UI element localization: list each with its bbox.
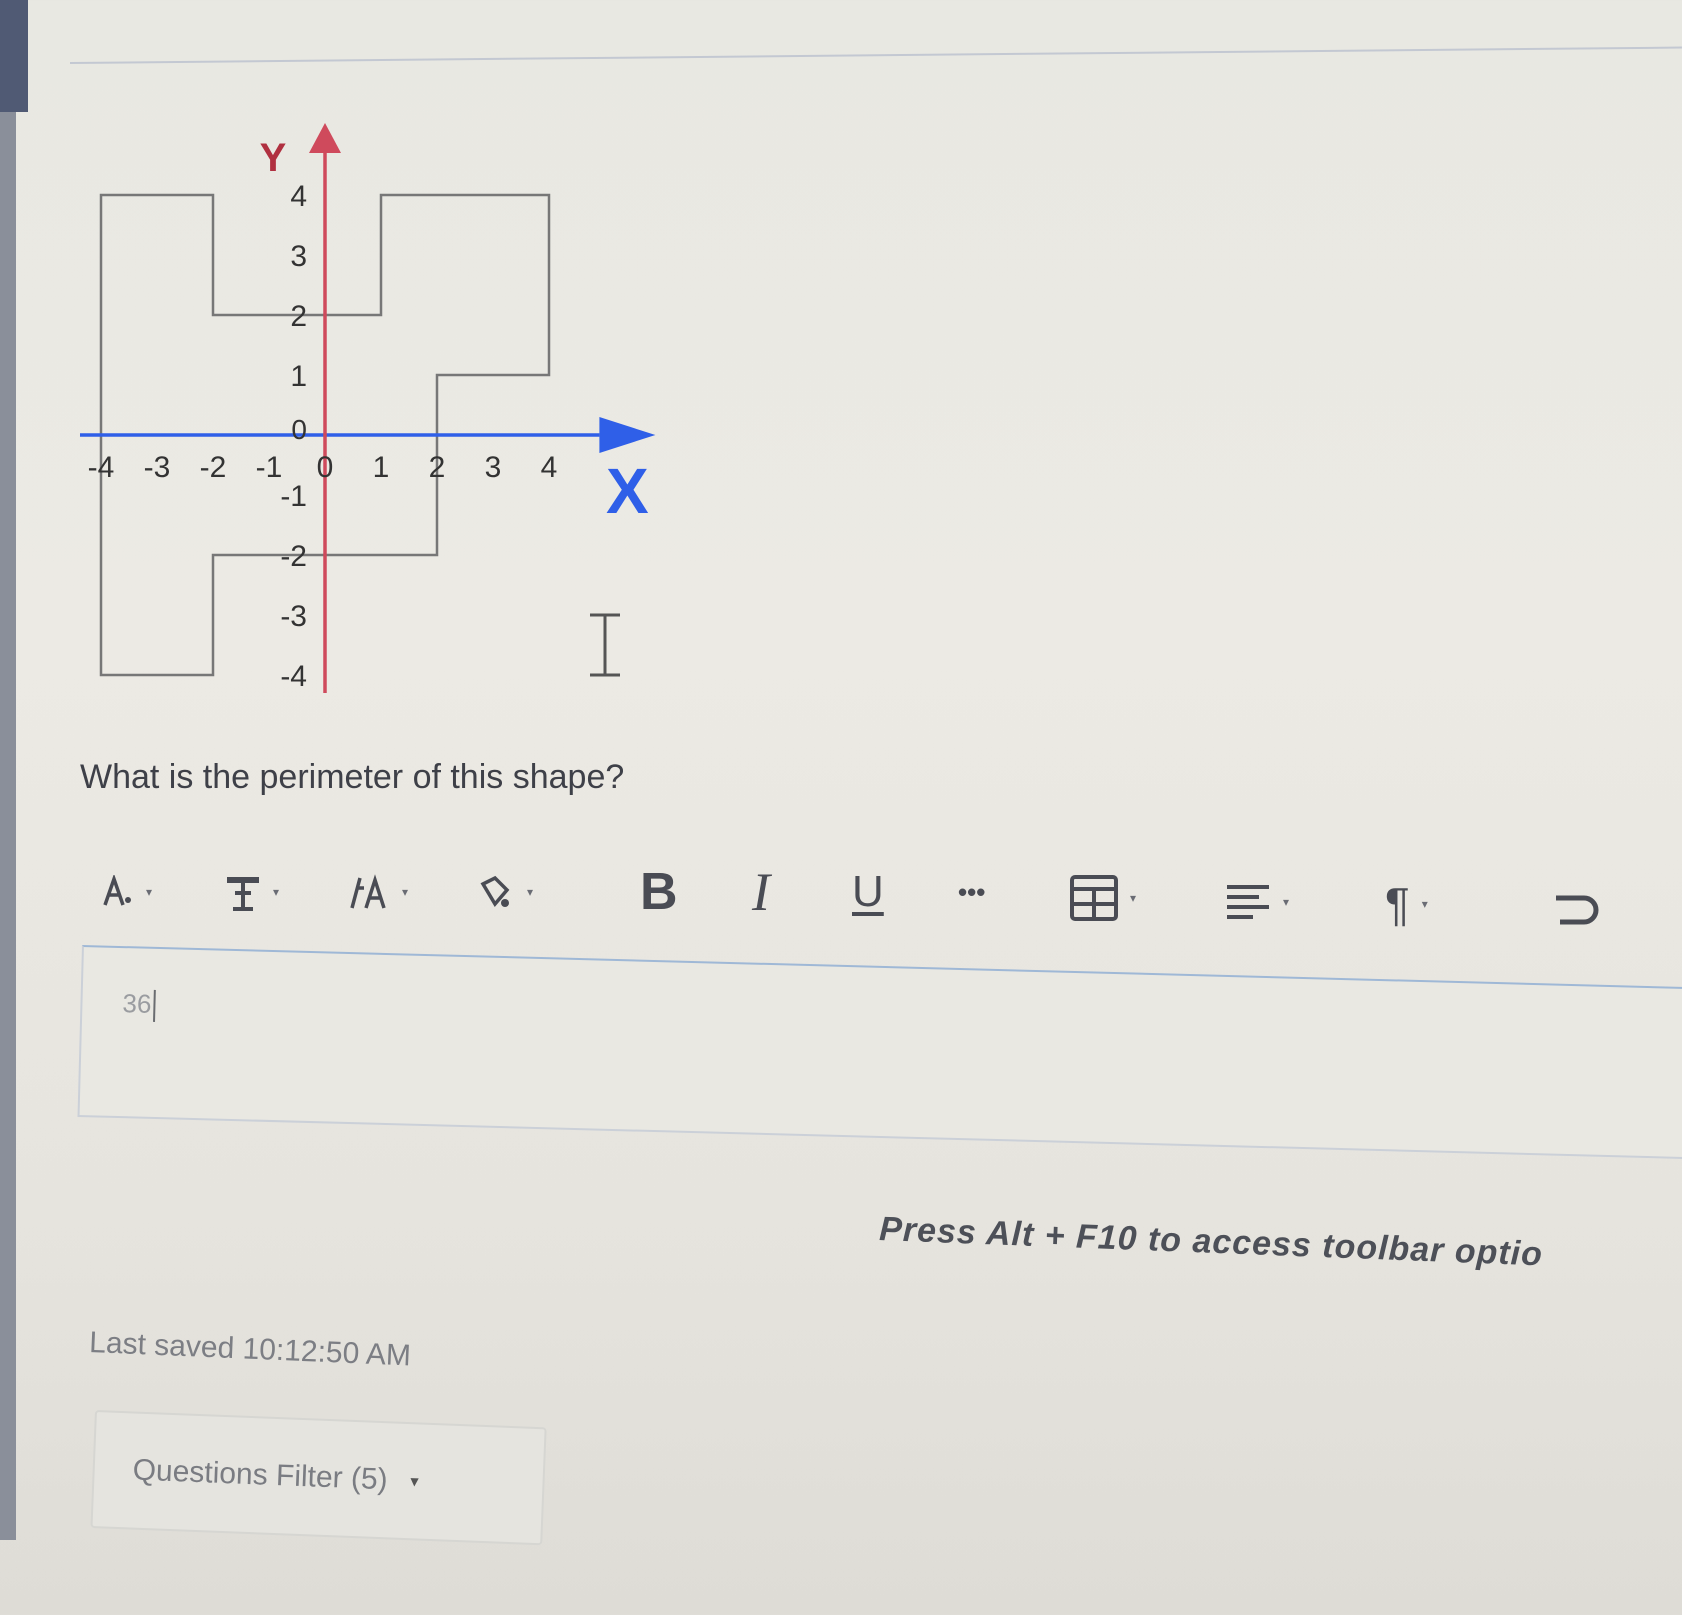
y-tick-label: 1 — [290, 360, 307, 393]
paragraph-button[interactable]: ¶ ▾ — [1385, 872, 1428, 936]
dropdown-arrow-icon: ▼ — [407, 1473, 422, 1490]
x-tick-label: -3 — [144, 451, 171, 484]
caret-icon: ▾ — [146, 885, 153, 899]
caret-icon: ▾ — [1421, 897, 1428, 911]
more-icon: ••• — [958, 876, 986, 907]
bold-icon: B — [640, 863, 678, 921]
coordinate-graph: X Y -4 -3 -2 -1 0 1 2 3 4 4 3 2 1 -1 -2 -3 -4 0 — [80, 123, 656, 693]
x-axis-arrow — [599, 417, 656, 453]
table-button[interactable]: ▾ — [1070, 866, 1136, 930]
toolbar-hint: Press Alt + F10 to access toolbar optio — [878, 1210, 1544, 1274]
x-tick-label: -1 — [256, 451, 283, 484]
more-button[interactable]: ••• — [958, 860, 985, 924]
undo-button[interactable] — [1550, 876, 1602, 940]
caret-icon: ▾ — [1130, 891, 1137, 905]
y-tick-label: 4 — [290, 180, 307, 213]
y-tick-label: -1 — [280, 480, 307, 513]
font-family-icon — [103, 875, 131, 906]
text-color-button[interactable]: ▾ — [475, 860, 533, 924]
font-size-icon — [350, 874, 386, 909]
underline-icon: U — [852, 867, 884, 916]
text-style-icon — [227, 877, 259, 911]
y-axis-label: Y — [260, 136, 287, 180]
caret-icon: ▾ — [402, 885, 409, 899]
y-tick-label: 3 — [290, 240, 307, 273]
align-button[interactable]: ▾ — [1225, 870, 1289, 934]
y-tick-label: -3 — [280, 600, 307, 633]
undo-icon — [1556, 895, 1599, 925]
italic-button[interactable]: I — [752, 860, 770, 924]
font-size-button[interactable]: ▾ — [350, 860, 408, 924]
text-color-icon — [480, 875, 510, 907]
x-tick-label: 2 — [429, 451, 446, 484]
top-divider — [69, 46, 1682, 64]
editor-toolbar: ▾ ▾ ▾ ▾ B I U ••• ▾ ▾ ¶ ▾ — [100, 860, 1660, 940]
text-cursor — [152, 990, 156, 1023]
y-tick-label: 2 — [290, 300, 307, 333]
answer-editor[interactable]: 36 — [77, 945, 1682, 1160]
font-family-button[interactable]: ▾ — [100, 860, 152, 924]
left-edge-strip — [0, 0, 16, 1540]
italic-icon: I — [752, 862, 770, 922]
x-tick-label: 1 — [373, 451, 390, 484]
caret-icon: ▾ — [1283, 895, 1290, 909]
origin-label: 0 — [291, 414, 307, 445]
question-text: What is the perimeter of this shape? — [80, 758, 625, 796]
y-tick-label: -4 — [280, 660, 307, 693]
text-cursor-icon — [590, 613, 620, 677]
y-axis-arrow — [309, 123, 341, 153]
questions-filter-label: Questions Filter (5) — [132, 1453, 389, 1497]
bold-button[interactable]: B — [640, 860, 678, 924]
caret-icon: ▾ — [527, 885, 534, 899]
x-tick-label: -4 — [88, 451, 115, 484]
x-tick-label: 4 — [541, 451, 558, 484]
y-tick-label: -2 — [280, 540, 307, 573]
paragraph-icon: ¶ — [1385, 878, 1410, 930]
table-icon — [1070, 875, 1118, 921]
x-tick-label: 0 — [317, 451, 334, 484]
x-axis-label: X — [606, 455, 649, 527]
left-accent-bar — [0, 0, 28, 112]
answer-text: 36 — [122, 988, 156, 1023]
text-style-button[interactable]: ▾ — [225, 860, 279, 924]
x-tick-label: -2 — [200, 451, 227, 484]
questions-filter-dropdown[interactable]: Questions Filter (5) ▼ — [90, 1410, 547, 1546]
caret-icon: ▾ — [273, 885, 280, 899]
x-tick-label: 3 — [485, 451, 502, 484]
underline-button[interactable]: U — [852, 860, 884, 924]
last-saved-status: Last saved 10:12:50 AM — [88, 1326, 412, 1373]
align-icon — [1227, 885, 1269, 919]
